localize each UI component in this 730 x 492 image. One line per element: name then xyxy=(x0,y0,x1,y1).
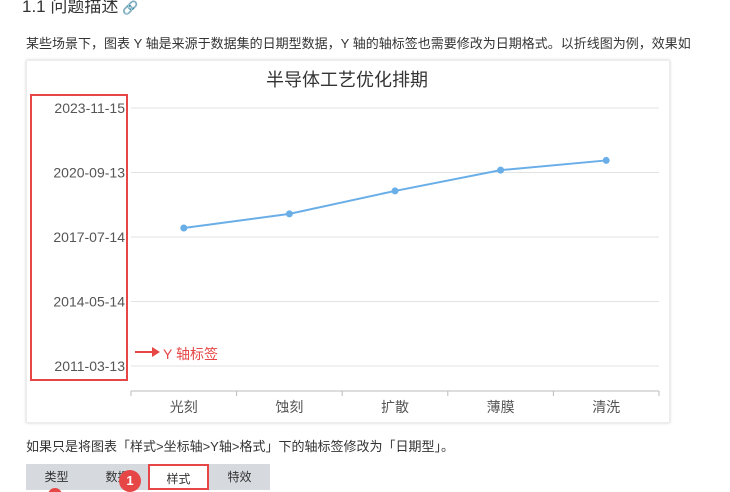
chart-title: 半导体工艺优化排期 xyxy=(266,70,428,90)
x-tick-label: 扩散 xyxy=(381,399,409,415)
y-axis-highlight-box xyxy=(30,94,128,381)
data-point xyxy=(180,224,188,232)
x-tick-label: 蚀刻 xyxy=(275,399,303,415)
step-badge: 1 xyxy=(119,470,141,492)
x-tick-label: 薄膜 xyxy=(487,399,515,415)
section-heading-text: 1.1 问题描述 xyxy=(22,0,119,16)
config-tabbar: 类型 数据 样式 特效 xyxy=(26,464,270,490)
link-icon[interactable]: 🔗 xyxy=(122,0,138,15)
x-tick-label: 光刻 xyxy=(170,399,198,415)
tab-effects[interactable]: 特效 xyxy=(209,464,270,490)
data-point xyxy=(391,187,399,195)
y-axis-annotation-label: Y 轴标签 xyxy=(163,346,218,362)
x-tick-label: 清洗 xyxy=(592,399,620,415)
arrow-right-icon xyxy=(135,347,160,357)
instruction-paragraph: 如果只是将图表「样式>坐标轴>Y轴>格式」下的轴标签修改为「日期型」。 xyxy=(26,439,454,454)
section-heading: 1.1 问题描述 🔗 xyxy=(22,0,139,17)
tab-style[interactable]: 样式 xyxy=(148,464,209,490)
data-point xyxy=(285,210,293,218)
data-point xyxy=(602,156,610,164)
tab-type[interactable]: 类型 xyxy=(26,464,87,490)
data-point xyxy=(497,166,505,174)
intro-paragraph: 某些场景下，图表 Y 轴是来源于数据集的日期型数据，Y 轴的轴标签也需要修改为日… xyxy=(26,36,691,51)
